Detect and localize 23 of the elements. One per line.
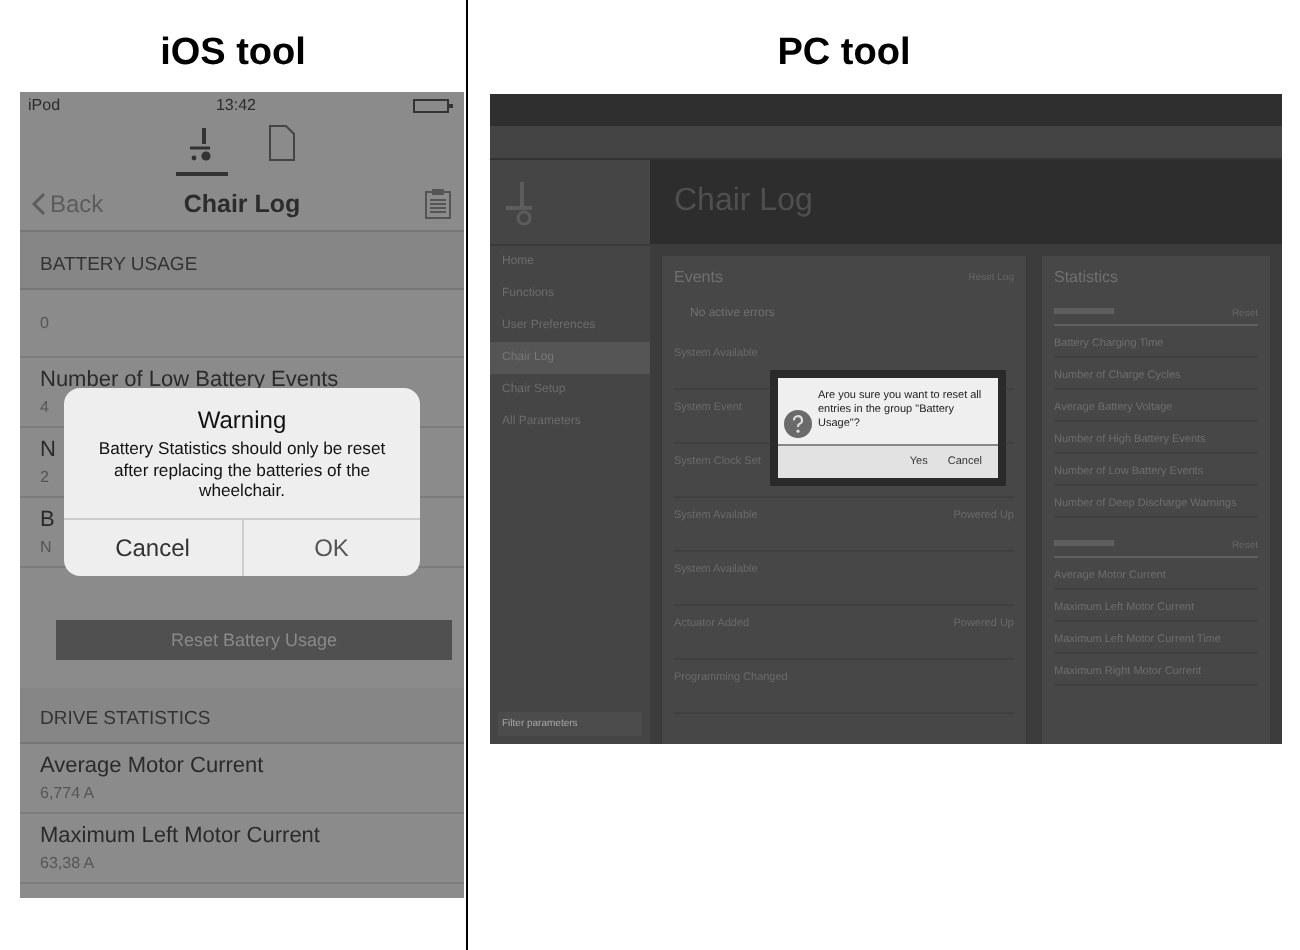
status-carrier: iPod: [28, 96, 61, 114]
status-time: 13:42: [215, 96, 257, 114]
alert-title: Warning: [195, 404, 289, 438]
row-label: Number of Low Battery Events: [40, 368, 339, 392]
row-label: B: [40, 508, 55, 532]
figure-caption: PC tool: [775, 30, 913, 78]
section-header: BATTERY USAGE: [20, 232, 464, 290]
reset-button[interactable]: Reset Battery Usage: [56, 620, 452, 660]
alert-message: Battery Statistics should only be reset after replacing the batteries of the wheelchair.: [96, 438, 388, 505]
row-label: Maximum Left Motor Current: [40, 824, 320, 848]
figure-caption: iOS tool: [158, 30, 308, 78]
battery-icon: [411, 97, 456, 113]
document-icon: [264, 124, 300, 164]
row-label: Average Motor Current: [40, 754, 264, 778]
cancel-button[interactable]: Cancel: [64, 520, 241, 577]
chevron-left-icon: [32, 192, 46, 216]
screen-title: Chair Log: [181, 190, 303, 218]
section-header: DRIVE STATISTICS: [20, 688, 464, 744]
ok-button[interactable]: OK: [241, 520, 420, 577]
question-icon: [784, 410, 812, 438]
clipboard-icon: [424, 188, 452, 220]
wheelchair-icon: [502, 178, 538, 226]
row-label: N: [40, 438, 56, 462]
